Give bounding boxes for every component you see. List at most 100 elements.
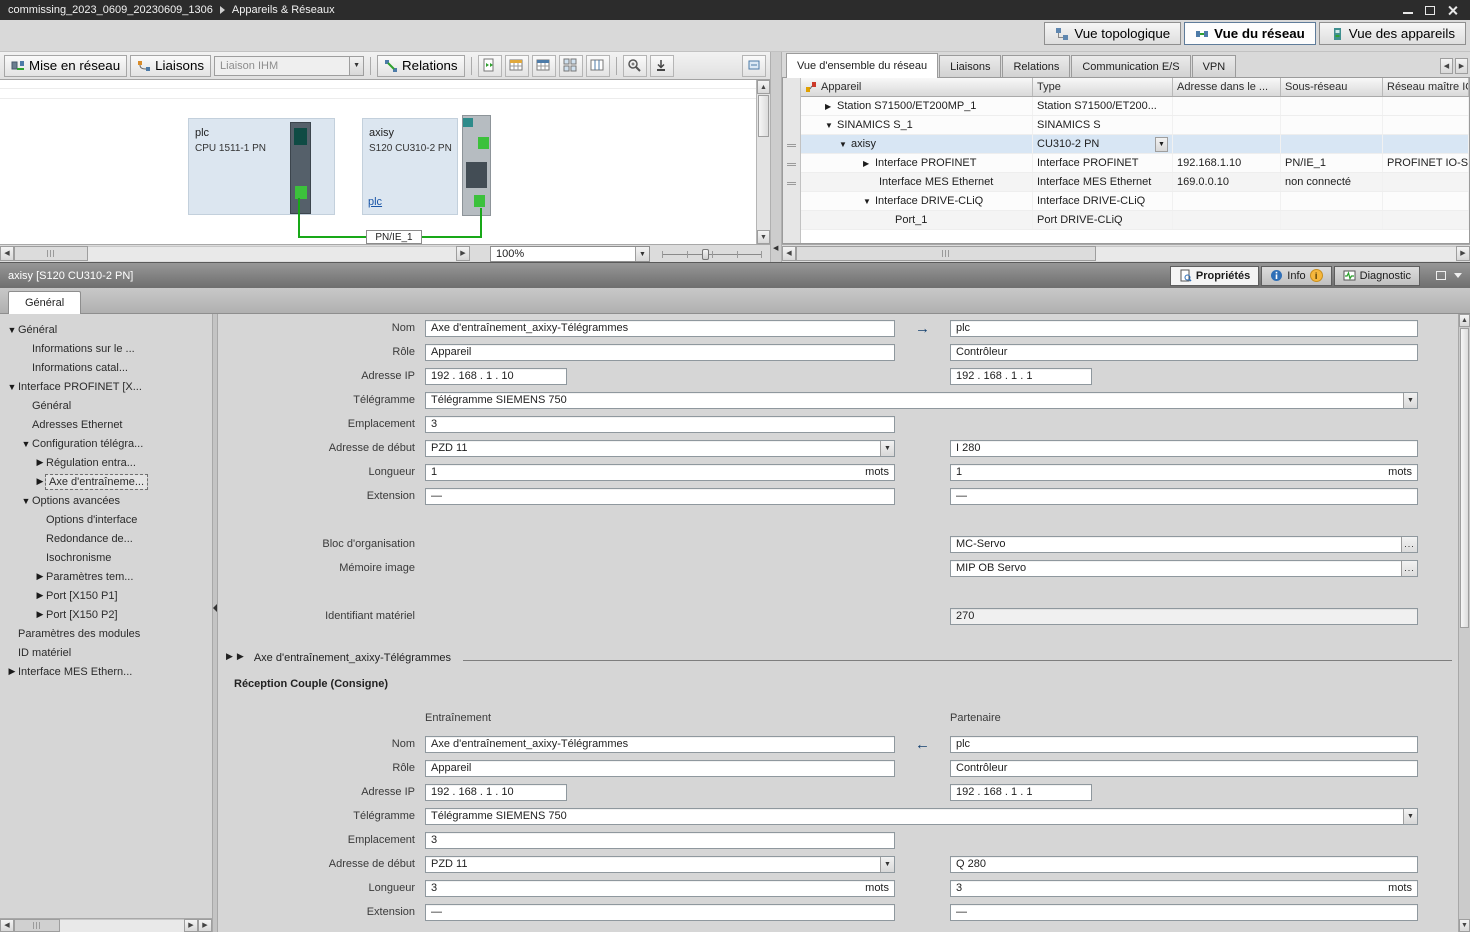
adresse-debut-partner-input[interactable]: I 280 <box>950 440 1418 457</box>
collapse-tree-icon[interactable] <box>213 604 217 612</box>
telegramme-select[interactable]: Télégramme SIEMENS 750▼ <box>425 392 1418 409</box>
role-partner-input[interactable]: Contrôleur <box>950 760 1418 777</box>
profinet-wire[interactable] <box>298 198 300 237</box>
tree-item[interactable]: Général <box>0 396 212 415</box>
expand-icon[interactable]: ▶ <box>34 476 46 487</box>
chevron-down-icon[interactable]: ▼ <box>1403 393 1417 408</box>
ip-drive-input[interactable]: 192 . 168 . 1 . 10 <box>425 784 567 801</box>
table-row[interactable]: Interface MES Ethernet Interface MES Eth… <box>801 173 1469 192</box>
nom-partner-input[interactable]: plc <box>950 320 1418 337</box>
adresse-debut-drive-select[interactable]: PZD 11▼ <box>425 440 895 457</box>
collapse-icon[interactable]: ▼ <box>20 496 32 506</box>
expand-icon[interactable]: ▶ <box>226 651 233 662</box>
tree-item[interactable]: ▶Régulation entra... <box>0 453 212 472</box>
drive-device[interactable]: axisy S120 CU310-2 PN plc <box>362 118 458 215</box>
tab-diagnostics[interactable]: Diagnostic <box>1334 266 1420 286</box>
scrollbar-thumb[interactable] <box>796 246 1096 261</box>
table-row[interactable]: ▼SINAMICS S_1 SINAMICS S <box>801 116 1469 135</box>
expand-icon[interactable]: ▶ <box>863 159 875 168</box>
longueur-partner-input[interactable]: 1mots <box>950 464 1418 481</box>
tree-item[interactable]: ▼Général <box>0 320 212 339</box>
network-canvas[interactable]: plc CPU 1511-1 PN axisy S120 CU310-2 PN … <box>0 80 756 244</box>
browse-icon[interactable]: ... <box>1401 561 1417 576</box>
expand-icon[interactable]: ▶ <box>34 609 46 620</box>
scrollbar-thumb[interactable] <box>14 246 88 261</box>
tree-item[interactable]: Informations sur le ... <box>0 339 212 358</box>
relations-button[interactable]: Relations <box>377 55 465 77</box>
emplacement-input[interactable]: 3 <box>425 416 895 433</box>
chevron-down-icon[interactable]: ▼ <box>1403 809 1417 824</box>
tree-item[interactable]: Paramètres des modules <box>0 624 212 643</box>
column-io-system[interactable]: Réseau maître IO <box>1383 78 1469 96</box>
zoom-slider[interactable] <box>662 246 762 262</box>
table-view-button[interactable] <box>532 55 556 77</box>
scroll-right-icon[interactable]: ▶ <box>1456 246 1470 261</box>
topology-view-button[interactable]: Vue topologique <box>1044 22 1181 45</box>
longueur-partner-input[interactable]: 3mots <box>950 880 1418 897</box>
scroll-up-icon[interactable]: ▲ <box>757 80 770 94</box>
save-layout-button[interactable] <box>650 55 674 77</box>
plc-device-image[interactable] <box>290 122 311 214</box>
tree-item[interactable]: Adresses Ethernet <box>0 415 212 434</box>
expand-icon[interactable]: ▶ <box>237 651 244 662</box>
collapse-icon[interactable]: ▼ <box>863 197 875 206</box>
tree-item[interactable]: ▶Port [X150 P2] <box>0 605 212 624</box>
scrollbar-thumb[interactable] <box>758 95 769 137</box>
adresse-debut-drive-select[interactable]: PZD 11▼ <box>425 856 895 873</box>
maximize-icon[interactable] <box>1425 6 1435 15</box>
drive-profinet-port[interactable] <box>474 195 485 207</box>
nom-partner-input[interactable]: plc <box>950 736 1418 753</box>
nom-drive-input[interactable]: Axe d'entraînement_axixy-Télégrammes <box>425 320 895 337</box>
row-handle[interactable] <box>787 182 796 185</box>
tab-info[interactable]: Info i <box>1261 266 1331 286</box>
zoom-slider-thumb[interactable] <box>702 249 709 260</box>
expand-icon[interactable]: ▶ <box>825 102 837 111</box>
role-partner-input[interactable]: Contrôleur <box>950 344 1418 361</box>
scroll-down-icon[interactable]: ▼ <box>1459 919 1470 932</box>
expand-icon[interactable]: ▶ <box>34 571 46 582</box>
device-view-button[interactable]: Vue des appareils <box>1319 22 1466 45</box>
tab-vpn[interactable]: VPN <box>1192 55 1237 77</box>
float-window-icon[interactable] <box>1436 271 1446 280</box>
ip-drive-input[interactable]: 192 . 168 . 1 . 10 <box>425 368 567 385</box>
connection-type-select[interactable]: Liaison IHM ▼ <box>214 56 364 76</box>
collapse-inspector-icon[interactable] <box>1454 273 1462 278</box>
longueur-drive-input[interactable]: 3mots <box>425 880 895 897</box>
close-icon[interactable] <box>1447 5 1458 16</box>
telegramme-select[interactable]: Télégramme SIEMENS 750▼ <box>425 808 1418 825</box>
network-mode-button[interactable]: Mise en réseau <box>4 55 127 77</box>
tree-item[interactable]: Isochronisme <box>0 548 212 567</box>
canvas-vertical-scrollbar[interactable]: ▲ ▼ <box>756 80 770 244</box>
emplacement-input[interactable]: 3 <box>425 832 895 849</box>
scroll-right-icon[interactable]: ▶ <box>456 246 470 261</box>
extension-drive-input[interactable]: — <box>425 488 895 505</box>
column-subn[interactable]: Sous-réseau <box>1281 78 1383 96</box>
assigned-controller-link[interactable]: plc <box>368 196 382 208</box>
role-drive-input[interactable]: Appareil <box>425 760 895 777</box>
browse-icon[interactable]: ... <box>1401 537 1417 552</box>
column-type[interactable]: Type <box>1033 78 1173 96</box>
tree-item[interactable]: Informations catal... <box>0 358 212 377</box>
collapse-icon[interactable]: ▼ <box>6 325 18 335</box>
tree-horizontal-scrollbar[interactable]: ◀ ▶ ▶ <box>0 918 212 932</box>
column-device[interactable]: Appareil <box>801 78 1033 96</box>
scrollbar-track[interactable] <box>1096 246 1456 261</box>
scrollbar-thumb[interactable] <box>1460 328 1469 628</box>
tree-item[interactable]: ▼Options avancées <box>0 491 212 510</box>
row-handle[interactable] <box>787 163 796 166</box>
grid-view-button[interactable] <box>559 55 583 77</box>
table-row[interactable]: ▼Interface DRIVE-CLiQ Interface DRIVE-CL… <box>801 192 1469 211</box>
table-row-selected[interactable]: ▼axisy CU310-2 PN▼ <box>801 135 1469 154</box>
telegram-section-header[interactable]: ▶ ▶ Axe d'entraînement_axixy-Télégrammes <box>226 648 1458 664</box>
overview-horizontal-scrollbar[interactable]: ◀ ▶ <box>782 246 1470 261</box>
tab-liaisons[interactable]: Liaisons <box>939 55 1001 77</box>
collapse-icon[interactable]: ▼ <box>20 439 32 449</box>
pane-splitter[interactable]: ◀ <box>770 52 782 262</box>
scrollbar-track[interactable] <box>88 246 456 261</box>
profinet-wire[interactable] <box>480 208 482 237</box>
scroll-left-icon[interactable]: ◀ <box>782 246 796 261</box>
tab-network-overview[interactable]: Vue d'ensemble du réseau <box>786 53 938 78</box>
role-drive-input[interactable]: Appareil <box>425 344 895 361</box>
tab-general[interactable]: Général <box>8 291 81 314</box>
bloc-organisation-input[interactable]: MC-Servo... <box>950 536 1418 553</box>
